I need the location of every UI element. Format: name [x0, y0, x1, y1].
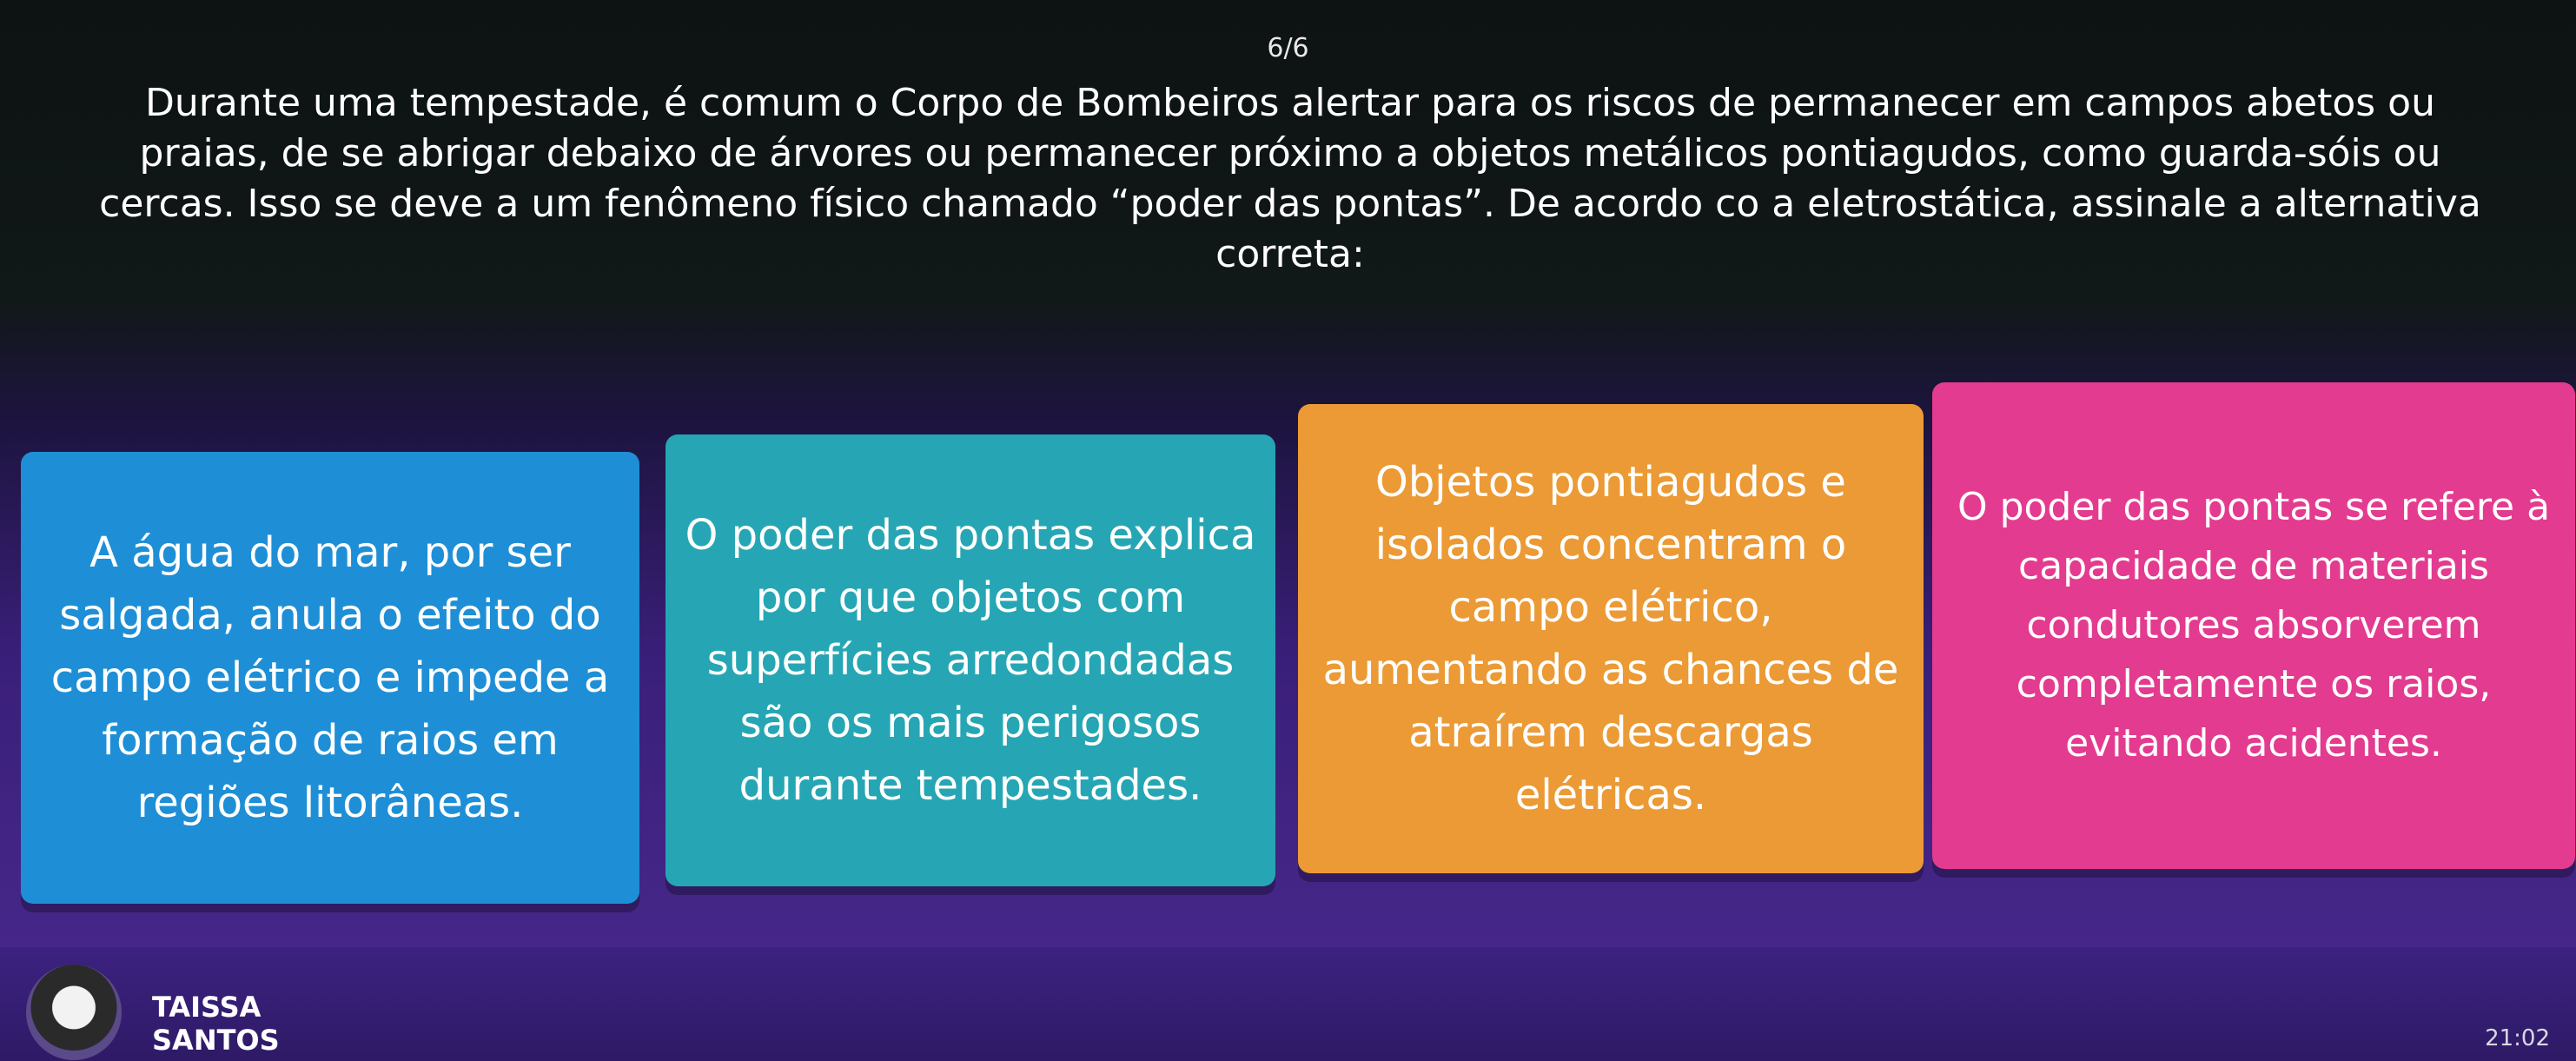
question-text: Durante uma tempestade, é comum o Corpo … — [99, 81, 2481, 276]
system-clock: 21:02 — [2485, 1025, 2550, 1051]
player-bar — [0, 947, 2576, 1061]
player-avatar — [26, 965, 122, 1060]
quiz-screen: 6/6 Durante uma tempestade, é comum o Co… — [0, 0, 2576, 1061]
answer-option-3[interactable]: Objetos pontiagudos e isolados concentra… — [1298, 404, 1924, 873]
question-counter: 6/6 — [1267, 33, 1309, 63]
answer-option-1-text: A água do mar, por ser salgada, anula o … — [50, 528, 610, 827]
player-name: TAISSA SANTOS — [152, 991, 280, 1057]
answer-options: A água do mar, por ser salgada, anula o … — [21, 382, 2575, 912]
answer-option-4[interactable]: O poder das pontas se refere à capacidad… — [1932, 382, 2575, 869]
answer-option-4-text: O poder das pontas se refere à capacidad… — [1957, 485, 2551, 766]
answer-option-3-text: Objetos pontiagudos e isolados concentra… — [1322, 458, 1899, 819]
answer-option-1[interactable]: A água do mar, por ser salgada, anula o … — [21, 452, 639, 904]
answer-option-2-text: O poder das pontas explica por que objet… — [685, 511, 1256, 810]
answer-option-2[interactable]: O poder das pontas explica por que objet… — [666, 434, 1275, 886]
